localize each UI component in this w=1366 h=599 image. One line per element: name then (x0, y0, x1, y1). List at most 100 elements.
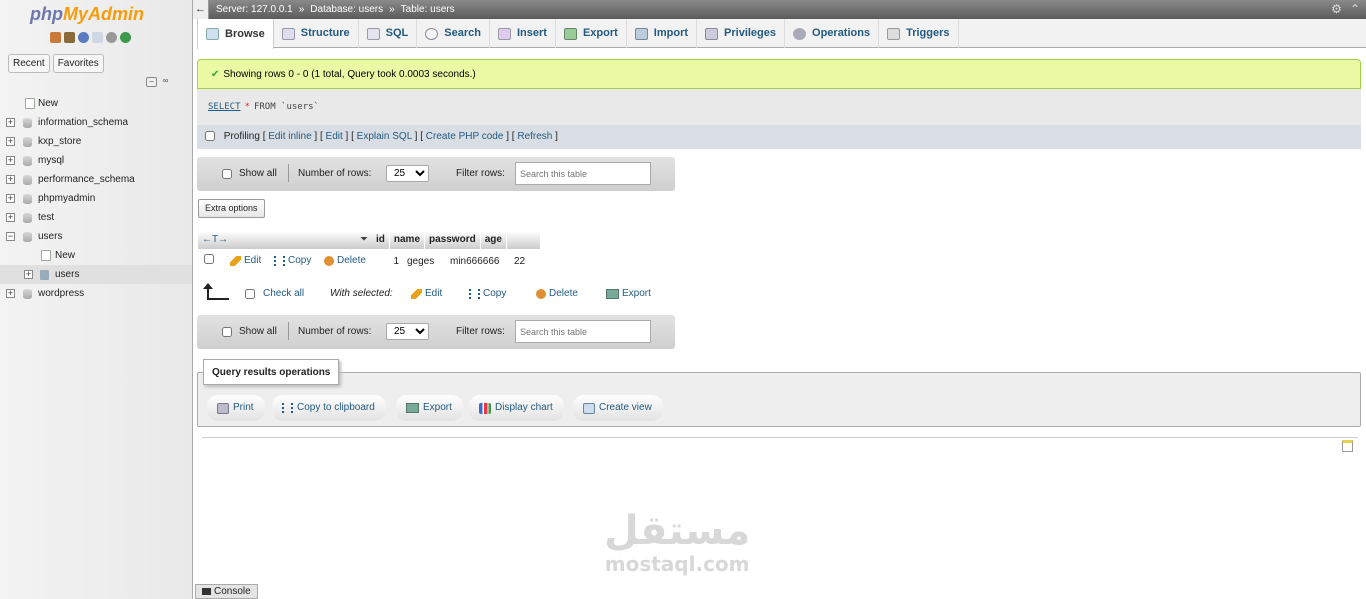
rows-per-page-select[interactable]: 25 (386, 165, 429, 182)
database-icon (23, 175, 32, 185)
docs-icon[interactable] (92, 32, 103, 43)
tree-item-mysql[interactable]: + mysql (0, 151, 192, 170)
edit-inline-link[interactable]: Edit inline (268, 131, 311, 142)
divider (202, 437, 1358, 438)
column-header-name[interactable]: name (390, 231, 426, 249)
help-icon[interactable] (78, 32, 89, 43)
breadcrumb-table[interactable]: Table: users (401, 0, 455, 19)
extra-options-button[interactable]: Extra options (198, 199, 265, 218)
page-settings-icon[interactable] (1342, 440, 1353, 452)
triggers-icon (887, 27, 901, 40)
tree-item-performance-schema[interactable]: + performance_schema (0, 170, 192, 189)
edit-link[interactable]: Edit (326, 131, 343, 142)
tab-operations[interactable]: Operations (785, 19, 880, 48)
expand-icon[interactable]: + (6, 137, 15, 146)
collapse-all-icon[interactable]: − (146, 77, 157, 87)
column-header-password[interactable]: password (425, 231, 481, 249)
home-icon[interactable] (50, 32, 61, 43)
selected-export-button[interactable]: Export (606, 288, 651, 299)
copy-icon (274, 255, 285, 266)
tab-import[interactable]: Import (627, 19, 698, 48)
tab-privileges[interactable]: Privileges (697, 19, 786, 48)
tab-structure[interactable]: Structure (274, 19, 359, 48)
tree-controls: − ∞ (146, 77, 171, 87)
link-icon[interactable]: ∞ (160, 77, 171, 87)
tab-sql[interactable]: SQL (359, 19, 418, 48)
expand-icon[interactable]: + (6, 175, 15, 184)
display-chart-button[interactable]: Display chart (469, 395, 564, 421)
tree-item-new[interactable]: New (0, 94, 192, 113)
tree-item-wordpress[interactable]: + wordpress (0, 284, 192, 303)
settings-icon[interactable] (106, 32, 117, 43)
database-icon (23, 194, 32, 204)
row-delete-button[interactable]: Delete (324, 250, 366, 272)
console-icon (202, 587, 211, 595)
selected-delete-button[interactable]: Delete (536, 288, 578, 299)
expand-icon[interactable]: + (6, 194, 15, 203)
breadcrumb-server[interactable]: Server: 127.0.0.1 (216, 0, 293, 19)
navigation-panel: phpMyAdmin Recent Favorites − ∞ New + inf… (0, 0, 193, 599)
export-icon (563, 27, 577, 40)
sql-query-box[interactable]: SELECT * FROM `users` (197, 89, 1361, 125)
column-resize-arrows[interactable]: ←T→ (202, 231, 228, 249)
selected-edit-button[interactable]: Edit (411, 288, 442, 299)
rows-per-page-select[interactable]: 25 (386, 323, 429, 340)
check-all-checkbox[interactable] (245, 289, 255, 299)
expand-icon[interactable]: + (6, 118, 15, 127)
tree-item-kxp-store[interactable]: + kxp_store (0, 132, 192, 151)
tree-item-users-table[interactable]: + users (0, 265, 192, 284)
profiling-checkbox[interactable] (205, 131, 215, 142)
reload-icon[interactable] (120, 32, 131, 43)
breadcrumb-database[interactable]: Database: users (310, 0, 383, 19)
row-checkbox[interactable] (204, 254, 214, 264)
sort-dropdown-icon[interactable]: ⏷ (360, 231, 368, 249)
row-copy-button[interactable]: Copy (274, 250, 311, 272)
collapse-top-icon[interactable]: ⌃ (1350, 0, 1360, 19)
check-all-label[interactable]: Check all (263, 288, 304, 299)
copy-to-clipboard-button[interactable]: Copy to clipboard (272, 395, 386, 421)
collapse-icon[interactable]: − (6, 232, 15, 241)
tab-export[interactable]: Export (556, 19, 627, 48)
tab-search[interactable]: Search (417, 19, 490, 48)
column-header-id[interactable]: id (372, 231, 390, 249)
tab-browse[interactable]: Browse (197, 19, 274, 49)
back-arrow-icon[interactable]: ← (193, 0, 209, 19)
expand-icon[interactable]: + (6, 156, 15, 165)
refresh-link[interactable]: Refresh (517, 131, 552, 142)
expand-icon[interactable]: + (6, 213, 15, 222)
row-edit-button[interactable]: Edit (230, 250, 261, 272)
tree-item-phpmyadmin[interactable]: + phpmyadmin (0, 189, 192, 208)
tab-insert[interactable]: Insert (490, 19, 556, 48)
table-icon (40, 270, 49, 280)
console-button[interactable]: Console (195, 584, 258, 599)
create-view-button[interactable]: Create view (573, 395, 663, 421)
cell-age[interactable]: 22 (510, 251, 540, 273)
export-button[interactable]: Export (396, 395, 463, 421)
phpmyadmin-logo[interactable]: phpMyAdmin (30, 4, 144, 25)
explain-sql-link[interactable]: Explain SQL (357, 131, 412, 142)
profiling-bar: Profiling [ Edit inline ] [ Edit ] [ Exp… (197, 125, 1361, 149)
favorites-button[interactable]: Favorites (52, 54, 104, 73)
column-header-age[interactable]: age (481, 231, 507, 249)
gear-icon[interactable]: ⚙ (1331, 0, 1342, 19)
cell-id[interactable]: 1 (380, 251, 403, 273)
view-icon (583, 402, 595, 414)
expand-icon[interactable]: + (6, 289, 15, 298)
selected-copy-button[interactable]: Copy (469, 288, 506, 299)
tree-item-users[interactable]: − users (0, 227, 192, 246)
filter-rows-input[interactable] (515, 162, 651, 185)
create-php-code-link[interactable]: Create PHP code (426, 131, 504, 142)
filter-rows-input[interactable] (515, 320, 651, 343)
show-all-checkbox[interactable] (222, 327, 232, 337)
tree-item-new-table[interactable]: New (0, 246, 192, 265)
print-button[interactable]: Print (207, 395, 265, 421)
cell-password[interactable]: min666666 (446, 251, 510, 273)
tree-item-information-schema[interactable]: + information_schema (0, 113, 192, 132)
logout-icon[interactable] (64, 32, 75, 43)
expand-icon[interactable]: + (24, 270, 33, 279)
recent-button[interactable]: Recent (8, 54, 50, 73)
tab-triggers[interactable]: Triggers (879, 19, 959, 48)
show-all-checkbox[interactable] (222, 169, 232, 179)
cell-name[interactable]: geges (403, 251, 446, 273)
tree-item-test[interactable]: + test (0, 208, 192, 227)
